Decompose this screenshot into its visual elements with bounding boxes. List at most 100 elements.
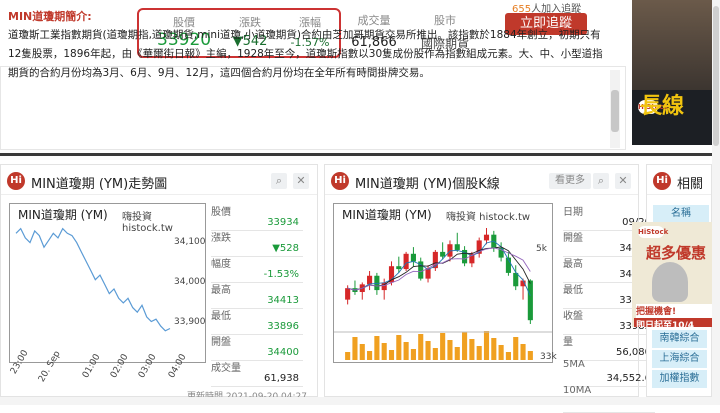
- related-item[interactable]: 上海綜合: [652, 350, 707, 368]
- candle-body: [454, 244, 460, 250]
- section-divider: [0, 153, 720, 156]
- horizontal-scrollbar[interactable]: [0, 397, 712, 405]
- kline-panel-header: Hi MIN道瓊期 (YM)個股K線 看更多 ⌕ ✕: [325, 165, 638, 195]
- stat-label: 10MA: [563, 385, 592, 396]
- close-icon[interactable]: ✕: [293, 173, 309, 189]
- kline-panel: Hi MIN道瓊期 (YM)個股K線 看更多 ⌕ ✕ MIN道瓊期 (YM) 嗨…: [324, 164, 655, 413]
- volume-bar: [374, 336, 380, 360]
- stat-label: 漲跌: [211, 233, 231, 244]
- volume-bar: [505, 352, 511, 360]
- candle-body: [483, 234, 490, 241]
- stat-label: 幅度: [211, 259, 231, 270]
- stat-label: 最低: [211, 311, 231, 322]
- stat-separator: [563, 334, 655, 335]
- volume-bar: [469, 339, 475, 360]
- related-item[interactable]: 南韓綜合: [652, 330, 707, 348]
- zoom-icon[interactable]: ⌕: [593, 173, 609, 189]
- related-panel-header: Hi 相關: [647, 165, 711, 195]
- trend-panel-header: Hi MIN道瓊期 (YM)走勢圖 ⌕ ✕: [1, 165, 317, 195]
- ad-brand-bottom: HiStock: [638, 226, 669, 238]
- stat-label: 成交量: [211, 363, 241, 374]
- ad-line1: 把握機會!: [636, 304, 712, 318]
- volume-bar: [352, 337, 358, 360]
- page-scroll-thumb[interactable]: [713, 6, 719, 146]
- mascot-icon: [652, 262, 688, 302]
- stat-label: 最高: [211, 285, 231, 296]
- ad-banner-top[interactable]: HiStock 長線: [632, 0, 712, 145]
- candle-body: [410, 253, 416, 262]
- ad-top-text: 長線: [640, 94, 685, 119]
- volume-bar: [403, 342, 409, 360]
- volume-bar: [491, 338, 497, 360]
- stat-label: 收盤: [563, 311, 583, 322]
- stat-value: 61,938: [264, 373, 299, 384]
- volume-bar: [381, 343, 387, 360]
- hi-logo-icon: Hi: [7, 172, 25, 190]
- y-tick: 33,900: [174, 317, 206, 327]
- candle-body: [527, 280, 533, 321]
- volume-bar: [513, 337, 519, 360]
- related-item[interactable]: 加權指數: [652, 370, 707, 388]
- hi-logo-icon: Hi: [331, 172, 349, 190]
- stat-label: 股價: [211, 207, 231, 218]
- stat-value: 34413: [267, 295, 299, 306]
- x-tick: 03:00: [137, 352, 159, 380]
- stat-value: 33934: [267, 217, 299, 228]
- kline-svg: [334, 228, 552, 360]
- more-button[interactable]: 看更多: [549, 173, 591, 189]
- volume-bar: [418, 334, 424, 360]
- volume-bar: [527, 351, 533, 360]
- volume-bar: [462, 332, 468, 360]
- stat-label: 量: [563, 337, 573, 348]
- volume-bar: [388, 350, 395, 360]
- stat-label: 5MA: [563, 359, 585, 370]
- volume-bar: [498, 345, 504, 360]
- y-tick: 34,100: [174, 237, 206, 247]
- y-tick: 5k: [536, 244, 547, 254]
- ad-headline: 超多優惠: [646, 244, 707, 262]
- x-tick: 20. Sep: [37, 349, 63, 384]
- volume-bar: [410, 349, 416, 360]
- intro-scroll-thumb[interactable]: [611, 90, 619, 132]
- volume-bar: [483, 331, 490, 360]
- volume-bar: [359, 344, 365, 360]
- volume-bar: [425, 341, 431, 360]
- candle-body: [396, 266, 402, 270]
- stat-value: -1.53%: [263, 269, 299, 280]
- y-tick: 34,000: [174, 277, 206, 287]
- stat-separator: [211, 386, 303, 387]
- volume-bar: [432, 348, 438, 360]
- trend-panel: Hi MIN道瓊期 (YM)走勢圖 ⌕ ✕ MIN道瓊期 (YM) 嗨投資 hi…: [0, 164, 318, 402]
- hi-logo-icon: Hi: [653, 172, 671, 190]
- related-panel-title: 相關: [677, 177, 704, 192]
- x-tick: 02:00: [109, 352, 131, 380]
- related-header: 名稱: [653, 205, 709, 223]
- ad-banner-bottom[interactable]: HiStock 超多優惠 把握機會! 即日起至10/4: [632, 222, 712, 327]
- stat-label: 開盤: [211, 337, 231, 348]
- volume-bar: [447, 340, 453, 360]
- stat-value: 33896: [267, 321, 299, 332]
- y-tick: 33k: [540, 352, 557, 362]
- stat-value: 56,080: [616, 347, 651, 358]
- kline-panel-title: MIN道瓊期 (YM)個股K線: [355, 177, 500, 192]
- zoom-icon[interactable]: ⌕: [271, 173, 287, 189]
- kline-chart: MIN道瓊期 (YM) 嗨投資 histock.tw 5k 33k: [333, 203, 557, 363]
- volume-bar: [476, 346, 482, 360]
- trend-chart: MIN道瓊期 (YM) 嗨投資 histock.tw 34,100 34,000…: [9, 203, 206, 363]
- x-tick: 04:00: [167, 352, 189, 380]
- trend-x-axis: 23:00 20. Sep 01:00 02:00 03:00 04:00: [9, 349, 206, 384]
- stat-label: 開盤: [563, 233, 583, 244]
- ad-line2: 即日起至10/4: [634, 318, 712, 327]
- volume-bar: [440, 333, 446, 360]
- stat-value: ▼528: [272, 243, 299, 254]
- stat-label: 最高: [563, 259, 583, 270]
- stat-value: 34400: [267, 347, 299, 358]
- stat-label: 日期: [563, 207, 583, 218]
- volume-bar: [367, 351, 373, 360]
- volume-bar: [396, 335, 402, 360]
- trend-panel-title: MIN道瓊期 (YM)走勢圖: [31, 177, 168, 192]
- candle-body: [513, 272, 519, 287]
- close-icon[interactable]: ✕: [615, 173, 631, 189]
- stat-value: 34,552.6: [606, 373, 651, 384]
- x-tick: 01:00: [81, 352, 103, 380]
